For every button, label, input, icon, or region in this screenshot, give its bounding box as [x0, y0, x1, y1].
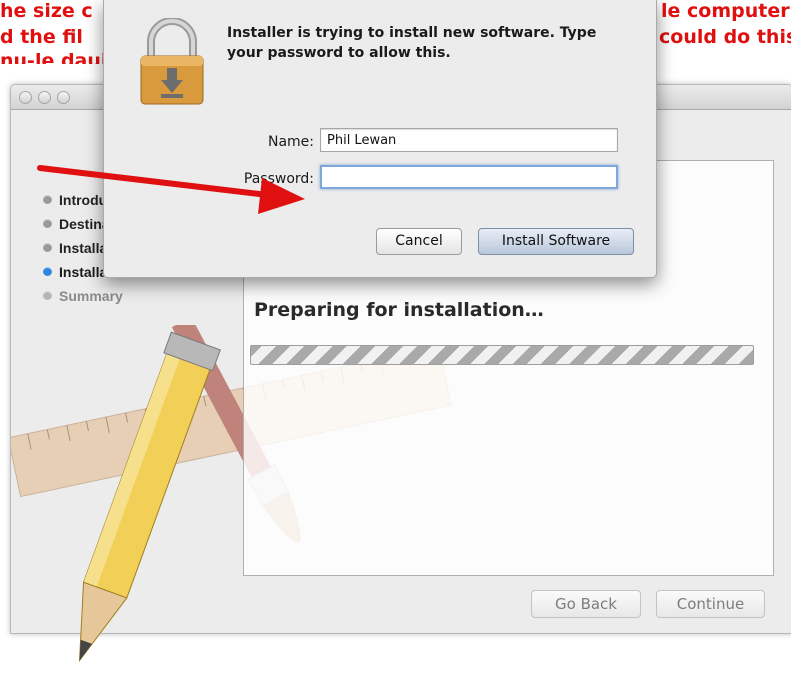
step-summary: Summary	[41, 284, 180, 308]
minimize-window-button[interactable]	[38, 91, 51, 104]
name-label: Name:	[267, 134, 314, 150]
name-field[interactable]: Phil Lewan	[320, 128, 618, 152]
password-field[interactable]	[320, 165, 618, 189]
bg-text-line-2-right: could do this	[659, 26, 791, 48]
status-title: Preparing for installation…	[254, 299, 544, 321]
dialog-message: Installer is trying to install new softw…	[227, 25, 597, 61]
authentication-dialog: Installer is trying to install new softw…	[103, 0, 657, 278]
install-software-button[interactable]: Install Software	[478, 228, 634, 255]
go-back-button[interactable]: Go Back	[531, 590, 641, 618]
step-dot-icon	[43, 243, 52, 252]
zoom-window-button[interactable]	[57, 91, 70, 104]
step-dot-icon	[43, 219, 52, 228]
padlock-icon	[140, 18, 204, 105]
step-dot-icon	[43, 291, 52, 300]
password-label: Password:	[243, 171, 314, 187]
step-dot-icon	[43, 267, 52, 276]
bg-text-line-3-left: nu-le daui	[0, 50, 108, 64]
cancel-button[interactable]: Cancel	[376, 228, 462, 255]
close-window-button[interactable]	[19, 91, 32, 104]
bg-text-line-2-left: d the fil	[0, 26, 83, 48]
bg-text-line-1-left: he size c	[0, 0, 93, 22]
continue-button[interactable]: Continue	[656, 590, 765, 618]
progress-bar	[250, 345, 754, 365]
bg-text-line-1-right: le computer	[661, 0, 790, 22]
step-dot-icon	[43, 195, 52, 204]
